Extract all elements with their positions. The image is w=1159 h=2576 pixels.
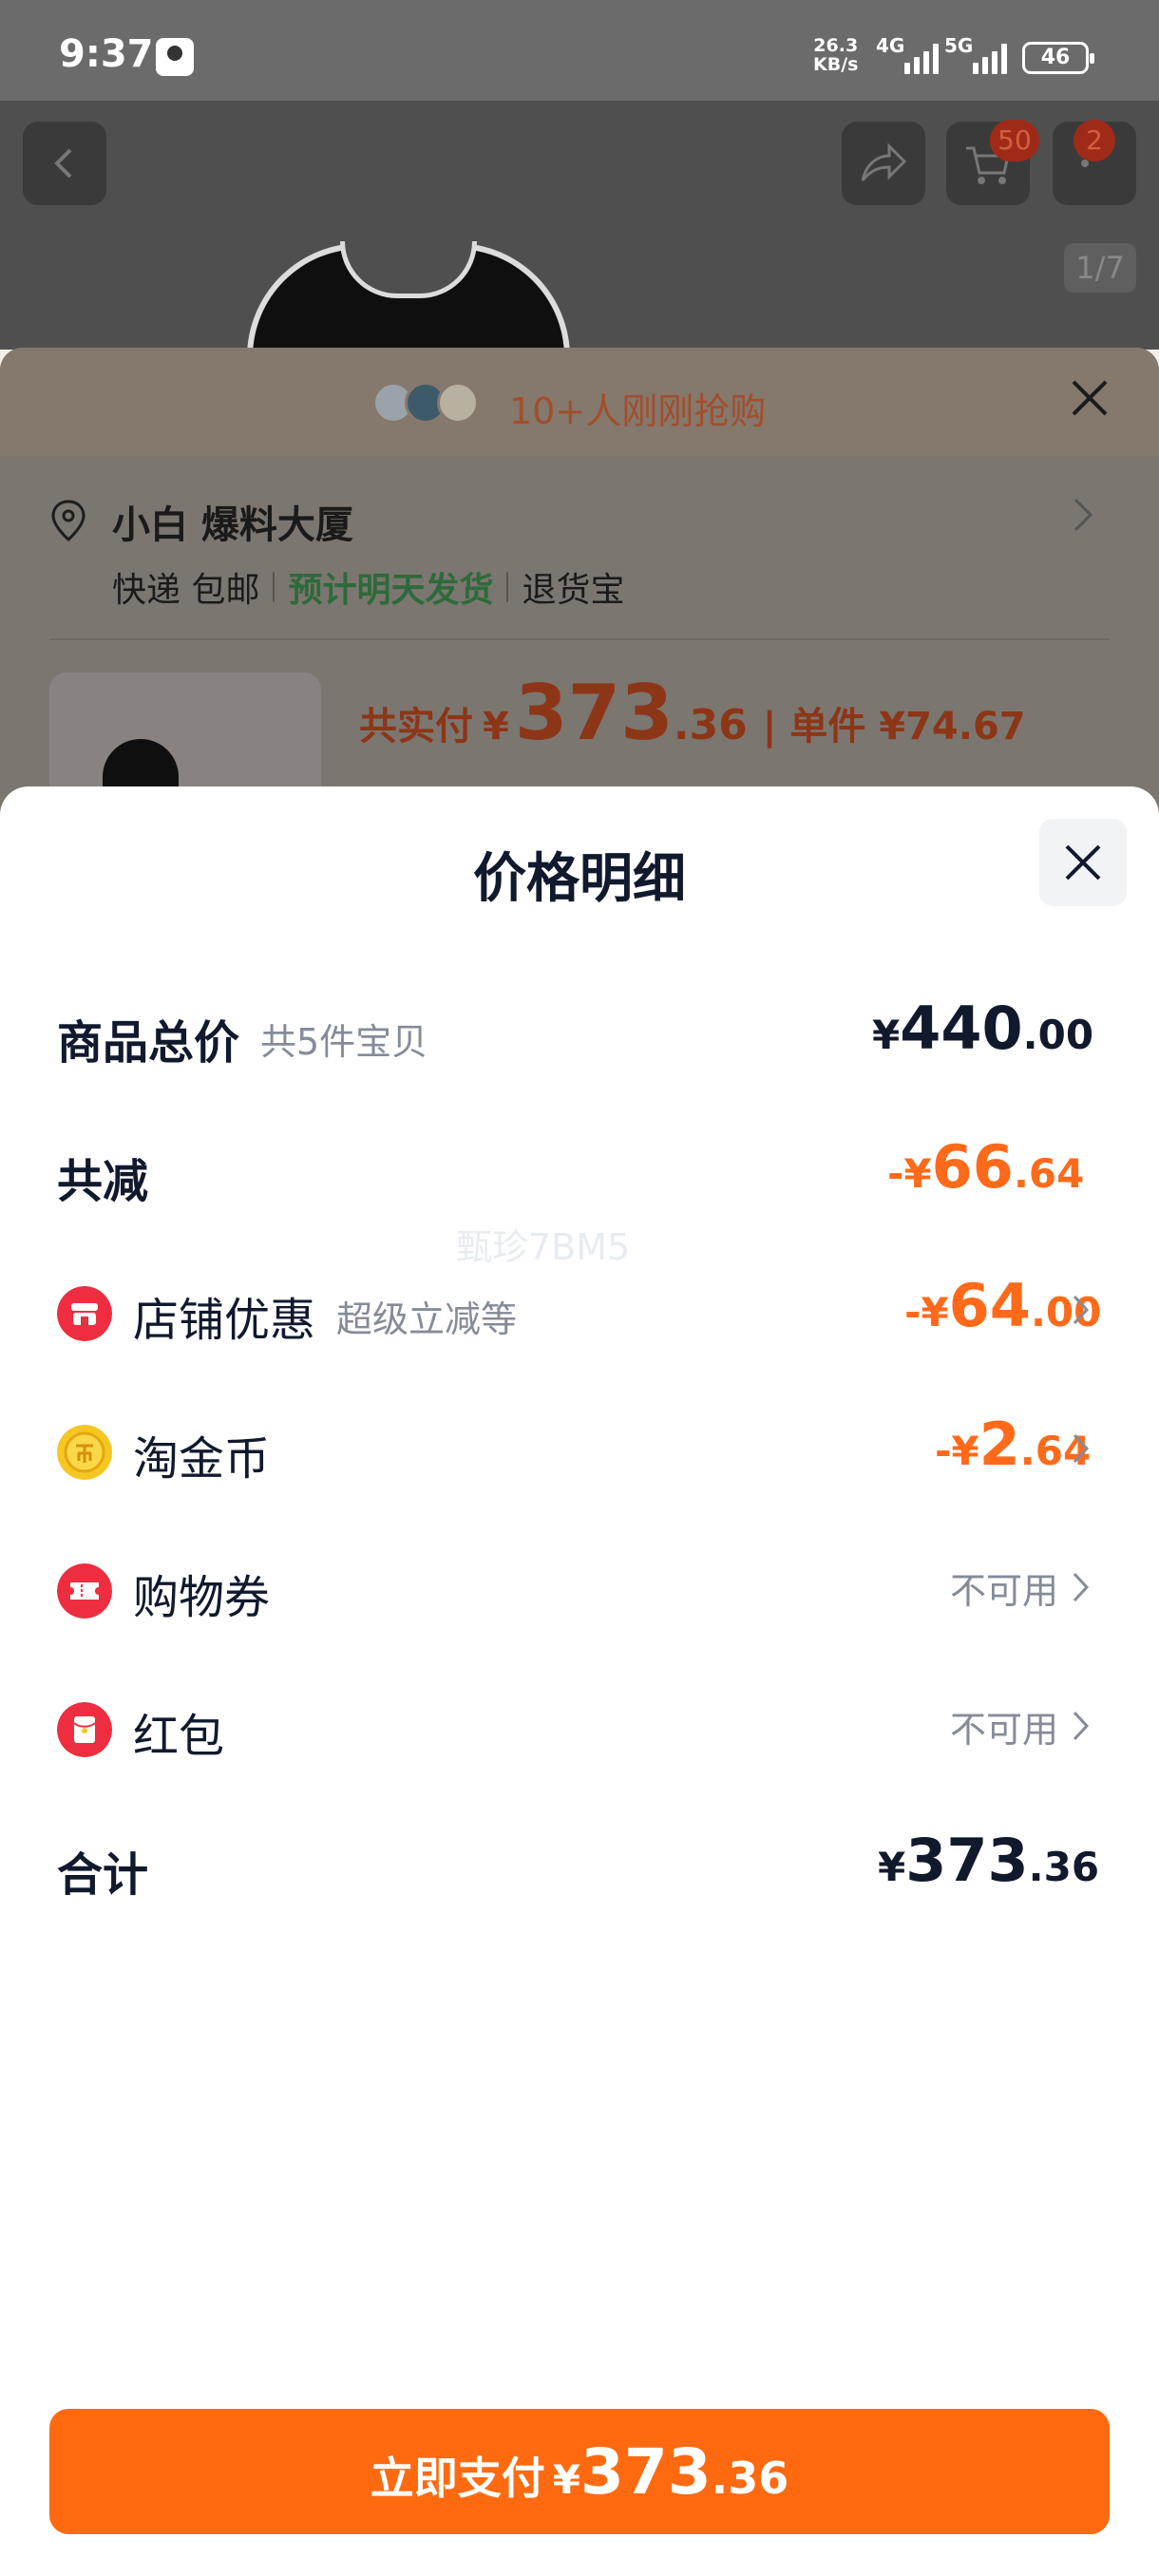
currency: ¥ [878, 1844, 906, 1890]
grand-total-row: 合计 ¥ 373 .36 [0, 1812, 1159, 1907]
items-total-label: 商品总价 [57, 1016, 240, 1070]
items-total-row: 商品总价 共5件宝贝 ¥ 440 .00 [0, 980, 1159, 1075]
pay-amount-int: 373 [514, 669, 674, 757]
amount-int: 66 [931, 1132, 1014, 1202]
chevron-right-icon [1073, 1572, 1090, 1602]
store-discount-label: 店铺优惠 [133, 1294, 316, 1347]
currency: -¥ [887, 1150, 932, 1197]
amount-int: 373 [905, 1826, 1029, 1895]
product-header: 50 2 1/7 [0, 101, 1159, 414]
red-packet-status: 不可用 [950, 1709, 1059, 1751]
red-packet-row[interactable]: 红包 不可用 [0, 1674, 1159, 1769]
amount-dec: .36 [1028, 1844, 1100, 1890]
store-icon [57, 1286, 112, 1341]
message-count-badge: 2 [1074, 120, 1115, 161]
network-type-1: 4G [876, 34, 905, 57]
network-speed-value: 26.3 [813, 35, 859, 56]
back-button[interactable] [23, 122, 106, 205]
close-button[interactable] [1039, 819, 1127, 906]
store-discount-sub: 超级立减等 [336, 1298, 518, 1340]
signal-icon [973, 42, 1007, 74]
cart-count-badge: 50 [990, 120, 1039, 161]
currency: ¥ [872, 1012, 901, 1058]
location-icon [51, 500, 86, 541]
pay-label: 共实付 [359, 705, 473, 748]
gold-coin-icon [57, 1425, 112, 1480]
grand-total-amount: ¥ 373 .36 [878, 1826, 1099, 1895]
shopping-coupon-label: 购物券 [133, 1571, 271, 1624]
notification-app-icon [156, 38, 194, 76]
status-bar: 9:37 26.3 KB/s 4G 5G 46 [0, 0, 1159, 101]
amount-dec: .64 [1013, 1150, 1085, 1197]
return-insurance: 退货宝 [522, 571, 625, 610]
pay-button-label: 立即支付 [370, 2453, 545, 2504]
address-name[interactable]: 小白 爆料大厦 [112, 494, 353, 549]
shipping-info: 快递 包邮 预计明天发货 退货宝 [112, 562, 624, 612]
amount-dec: .00 [1022, 1012, 1094, 1058]
shipping-estimate: 预计明天发货 [288, 571, 494, 610]
close-icon [1065, 844, 1101, 881]
currency: -¥ [935, 1428, 979, 1474]
close-icon [1072, 380, 1108, 416]
order-price-summary: 共实付 ¥ 373 .36 | 单件 ¥74.67 [359, 669, 1026, 757]
currency: ¥ [552, 2456, 580, 2503]
chevron-left-icon [54, 148, 72, 179]
amount-dec: .36 [711, 2453, 789, 2504]
divider [49, 638, 1110, 640]
avatar [437, 382, 479, 424]
amount-dec: .00 [1030, 1289, 1102, 1335]
total-reduction-label: 共减 [57, 1155, 149, 1208]
share-icon [861, 142, 907, 181]
gold-coin-label: 淘金币 [133, 1432, 271, 1486]
pay-currency: ¥ [483, 705, 509, 748]
network-speed: 26.3 KB/s [813, 36, 858, 74]
signal-icon [904, 42, 939, 74]
store-discount-row[interactable]: 店铺优惠 超级立减等 -¥ 64 .00 [0, 1258, 1159, 1353]
red-packet-icon [57, 1702, 112, 1757]
unit-price: | 单件 ¥74.67 [762, 705, 1026, 748]
close-sheet-button[interactable] [1070, 374, 1110, 427]
grand-total-label: 合计 [57, 1848, 149, 1902]
items-total-amount: ¥ 440 .00 [872, 994, 1093, 1063]
pay-now-button[interactable]: 立即支付 ¥ 373 .36 [49, 2409, 1110, 2534]
red-packet-label: 红包 [133, 1710, 225, 1763]
image-counter: 1/7 [1064, 243, 1136, 293]
amount-int: 373 [580, 2435, 712, 2509]
battery-level: 46 [1040, 46, 1071, 69]
buyers-banner: 10+人刚刚抢购 [0, 348, 1159, 456]
network-type-2: 5G [944, 34, 974, 57]
amount-int: 2 [978, 1410, 1020, 1479]
coupon-icon [57, 1563, 112, 1619]
coupon-status: 不可用 [950, 1570, 1059, 1612]
items-count: 共5件宝贝 [260, 1021, 428, 1063]
chevron-right-icon [1073, 1295, 1090, 1325]
divider [273, 572, 276, 602]
gold-coin-row[interactable]: 淘金币 -¥ 2 .64 [0, 1396, 1159, 1491]
gold-coin-amount: -¥ 2 .64 [935, 1410, 1091, 1479]
recent-buyers-text: 10+人刚刚抢购 [509, 390, 767, 432]
chevron-right-icon [1073, 1433, 1090, 1464]
amount-int: 440 [900, 994, 1023, 1063]
total-reduction-row: 共减 -¥ 66 .64 [0, 1119, 1159, 1214]
order-confirm-sheet: 10+人刚刚抢购 小白 爆料大厦 快递 包邮 预计明天发货 退货宝 共实付 ¥ … [0, 348, 1159, 834]
divider [506, 572, 509, 602]
status-time: 9:37 [59, 32, 154, 76]
currency: -¥ [904, 1289, 949, 1335]
network-speed-unit: KB/s [813, 54, 859, 75]
shopping-coupon-row[interactable]: 购物券 不可用 [0, 1535, 1159, 1630]
buyer-avatars [372, 382, 479, 424]
amount-int: 64 [948, 1271, 1031, 1340]
delivery-method: 快递 包邮 [112, 571, 260, 610]
chevron-right-icon [1073, 1711, 1090, 1741]
total-reduction-amount: -¥ 66 .64 [887, 1132, 1084, 1202]
chevron-right-icon[interactable] [1072, 496, 1094, 534]
share-button[interactable] [842, 122, 925, 205]
pay-amount-dec: .36 [673, 701, 748, 749]
sheet-title: 价格明细 [473, 848, 686, 910]
battery-icon: 46 [1022, 42, 1094, 74]
